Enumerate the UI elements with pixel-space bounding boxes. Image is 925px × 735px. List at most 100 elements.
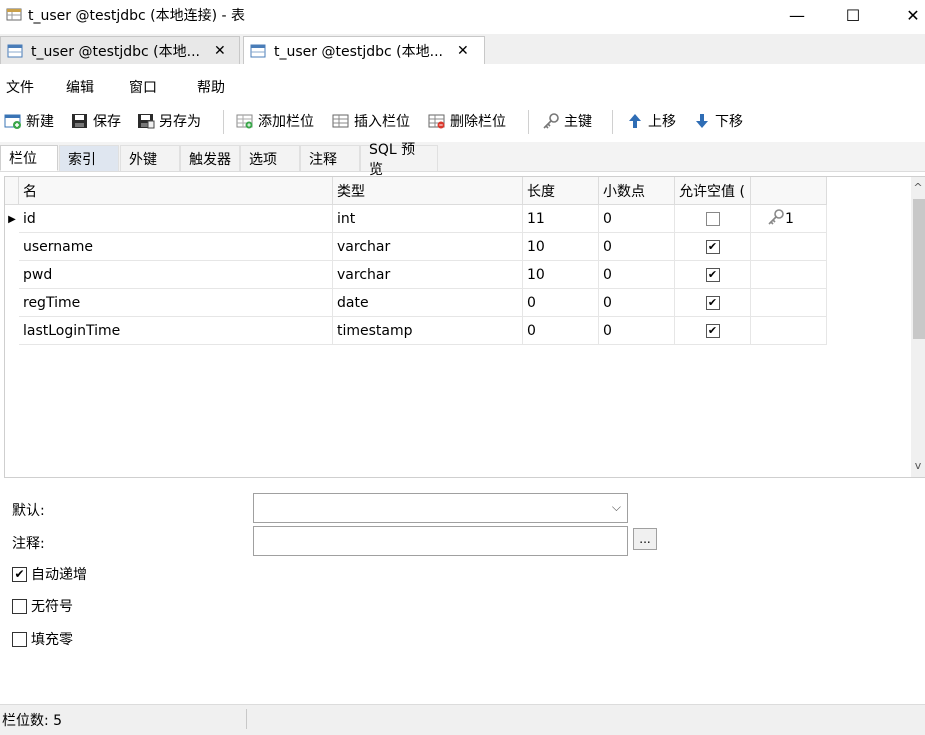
col-header-decimals[interactable]: 小数点 xyxy=(599,177,675,205)
table-row[interactable]: regTime date 0 0 ✔ xyxy=(5,289,827,317)
tab-fields[interactable]: 栏位 xyxy=(0,145,58,171)
doc-tab-1[interactable]: t_user @testjdbc (本地... ✕ xyxy=(0,36,240,64)
tab-options[interactable]: 选项 xyxy=(240,145,300,171)
move-down-button[interactable]: 下移 xyxy=(693,109,743,133)
menu-help[interactable]: 帮助 xyxy=(197,77,225,97)
cell-length[interactable]: 11 xyxy=(523,205,599,233)
default-select[interactable]: ⌵ xyxy=(253,493,628,523)
arrow-down-icon xyxy=(693,113,711,129)
field-count: 栏位数: 5 xyxy=(2,713,63,729)
cell-key[interactable]: 1 xyxy=(751,205,827,233)
primary-key-button[interactable]: 主键 xyxy=(542,109,592,133)
cell-length[interactable]: 0 xyxy=(523,289,599,317)
cell-length[interactable]: 10 xyxy=(523,233,599,261)
col-header-key[interactable] xyxy=(751,177,827,205)
cell-length[interactable]: 10 xyxy=(523,261,599,289)
tab-comment[interactable]: 注释 xyxy=(300,145,360,171)
designer-tabs: 栏位 索引 外键 触发器 选项 注释 SQL 预览 xyxy=(0,142,925,178)
insert-column-button[interactable]: 插入栏位 xyxy=(332,109,410,133)
toolbar-separator xyxy=(528,110,529,134)
doc-tab-label: t_user @testjdbc (本地... xyxy=(31,43,200,60)
col-header-length[interactable]: 长度 xyxy=(523,177,599,205)
cell-name[interactable]: lastLoginTime xyxy=(19,317,333,345)
cell-key[interactable] xyxy=(751,233,827,261)
cell-decimals[interactable]: 0 xyxy=(599,233,675,261)
tab-sql-preview[interactable]: SQL 预览 xyxy=(360,142,438,178)
table-row[interactable]: pwd varchar 10 0 ✔ xyxy=(5,261,827,289)
cell-type[interactable]: timestamp xyxy=(333,317,523,345)
add-column-icon xyxy=(236,113,254,129)
comment-ellipsis-button[interactable]: ... xyxy=(633,528,657,550)
table-row[interactable]: lastLoginTime timestamp 0 0 ✔ xyxy=(5,317,827,345)
fields-grid: 名 类型 长度 小数点 允许空值 ( ▶ id int 11 0 1 usern… xyxy=(4,176,925,478)
cell-name[interactable]: username xyxy=(19,233,333,261)
cell-name[interactable]: id xyxy=(19,205,333,233)
cell-nullable[interactable]: ✔ xyxy=(675,289,751,317)
auto-increment-checkbox[interactable]: ✔ 自动递增 xyxy=(12,564,87,584)
cell-nullable[interactable]: ✔ xyxy=(675,233,751,261)
cell-nullable[interactable] xyxy=(675,205,751,233)
scroll-down-icon[interactable]: v xyxy=(912,459,924,473)
menu-window[interactable]: 窗口 xyxy=(129,77,157,97)
checkbox-empty-icon[interactable] xyxy=(12,598,27,614)
cell-type[interactable]: date xyxy=(333,289,523,317)
save-as-button[interactable]: 另存为 xyxy=(137,109,201,133)
toolbar: 新建 保存 另存为 添加栏位 插入栏位 删除栏位 主键 上移 下移 xyxy=(0,104,925,138)
tab-foreign-keys[interactable]: 外键 xyxy=(120,145,180,171)
nullable-checkbox[interactable]: ✔ xyxy=(705,323,720,338)
cell-type[interactable]: varchar xyxy=(333,261,523,289)
tab-indexes[interactable]: 索引 xyxy=(59,145,119,171)
vertical-scrollbar[interactable]: ^ v xyxy=(911,177,925,477)
tab-triggers[interactable]: 触发器 xyxy=(180,145,240,171)
checkbox-empty-icon[interactable] xyxy=(12,631,27,647)
cell-decimals[interactable]: 0 xyxy=(599,261,675,289)
arrow-up-icon xyxy=(626,113,644,129)
cell-decimals[interactable]: 0 xyxy=(599,317,675,345)
table-app-icon xyxy=(6,6,22,22)
checkbox-checked-icon[interactable]: ✔ xyxy=(12,566,27,582)
nullable-checkbox[interactable]: ✔ xyxy=(705,239,720,254)
scroll-up-icon[interactable]: ^ xyxy=(912,181,924,195)
nullable-checkbox[interactable]: ✔ xyxy=(705,267,720,282)
table-row[interactable]: username varchar 10 0 ✔ xyxy=(5,233,827,261)
doc-tab-2[interactable]: t_user @testjdbc (本地... ✕ xyxy=(243,36,485,64)
minimize-button[interactable]: — xyxy=(774,0,820,30)
cell-length[interactable]: 0 xyxy=(523,317,599,345)
maximize-button[interactable]: ☐ xyxy=(830,0,876,30)
cell-decimals[interactable]: 0 xyxy=(599,289,675,317)
cell-name[interactable]: pwd xyxy=(19,261,333,289)
cell-name[interactable]: regTime xyxy=(19,289,333,317)
comment-label: 注释: xyxy=(12,536,45,552)
comment-input[interactable] xyxy=(253,526,628,556)
cell-key[interactable] xyxy=(751,261,827,289)
menu-file[interactable]: 文件 xyxy=(6,77,34,97)
delete-column-button[interactable]: 删除栏位 xyxy=(428,109,506,133)
close-tab-icon[interactable]: ✕ xyxy=(457,43,469,59)
close-tab-icon[interactable]: ✕ xyxy=(214,43,226,59)
col-header-name[interactable]: 名 xyxy=(19,177,333,205)
cell-type[interactable]: varchar xyxy=(333,233,523,261)
add-column-button[interactable]: 添加栏位 xyxy=(236,109,314,133)
cell-type[interactable]: int xyxy=(333,205,523,233)
cell-decimals[interactable]: 0 xyxy=(599,205,675,233)
menu-edit[interactable]: 编辑 xyxy=(66,77,94,97)
cell-nullable[interactable]: ✔ xyxy=(675,261,751,289)
nullable-checkbox[interactable]: ✔ xyxy=(705,295,720,310)
cell-key[interactable] xyxy=(751,317,827,345)
unsigned-checkbox[interactable]: 无符号 xyxy=(12,596,73,616)
scrollbar-thumb[interactable] xyxy=(913,199,925,339)
cell-key[interactable] xyxy=(751,289,827,317)
cell-nullable[interactable]: ✔ xyxy=(675,317,751,345)
col-header-type[interactable]: 类型 xyxy=(333,177,523,205)
table-row[interactable]: ▶ id int 11 0 1 xyxy=(5,205,827,233)
insert-column-icon xyxy=(332,113,350,129)
key-order: 1 xyxy=(785,210,794,227)
move-up-button[interactable]: 上移 xyxy=(626,109,676,133)
new-button[interactable]: 新建 xyxy=(4,109,54,133)
zerofill-checkbox[interactable]: 填充零 xyxy=(12,629,73,649)
close-window-button[interactable]: ✕ xyxy=(890,0,925,30)
col-header-nullable[interactable]: 允许空值 ( xyxy=(675,177,751,205)
nullable-checkbox[interactable] xyxy=(705,211,720,226)
save-button[interactable]: 保存 xyxy=(71,109,121,133)
menu-bar: 文件 编辑 窗口 帮助 xyxy=(0,70,925,100)
